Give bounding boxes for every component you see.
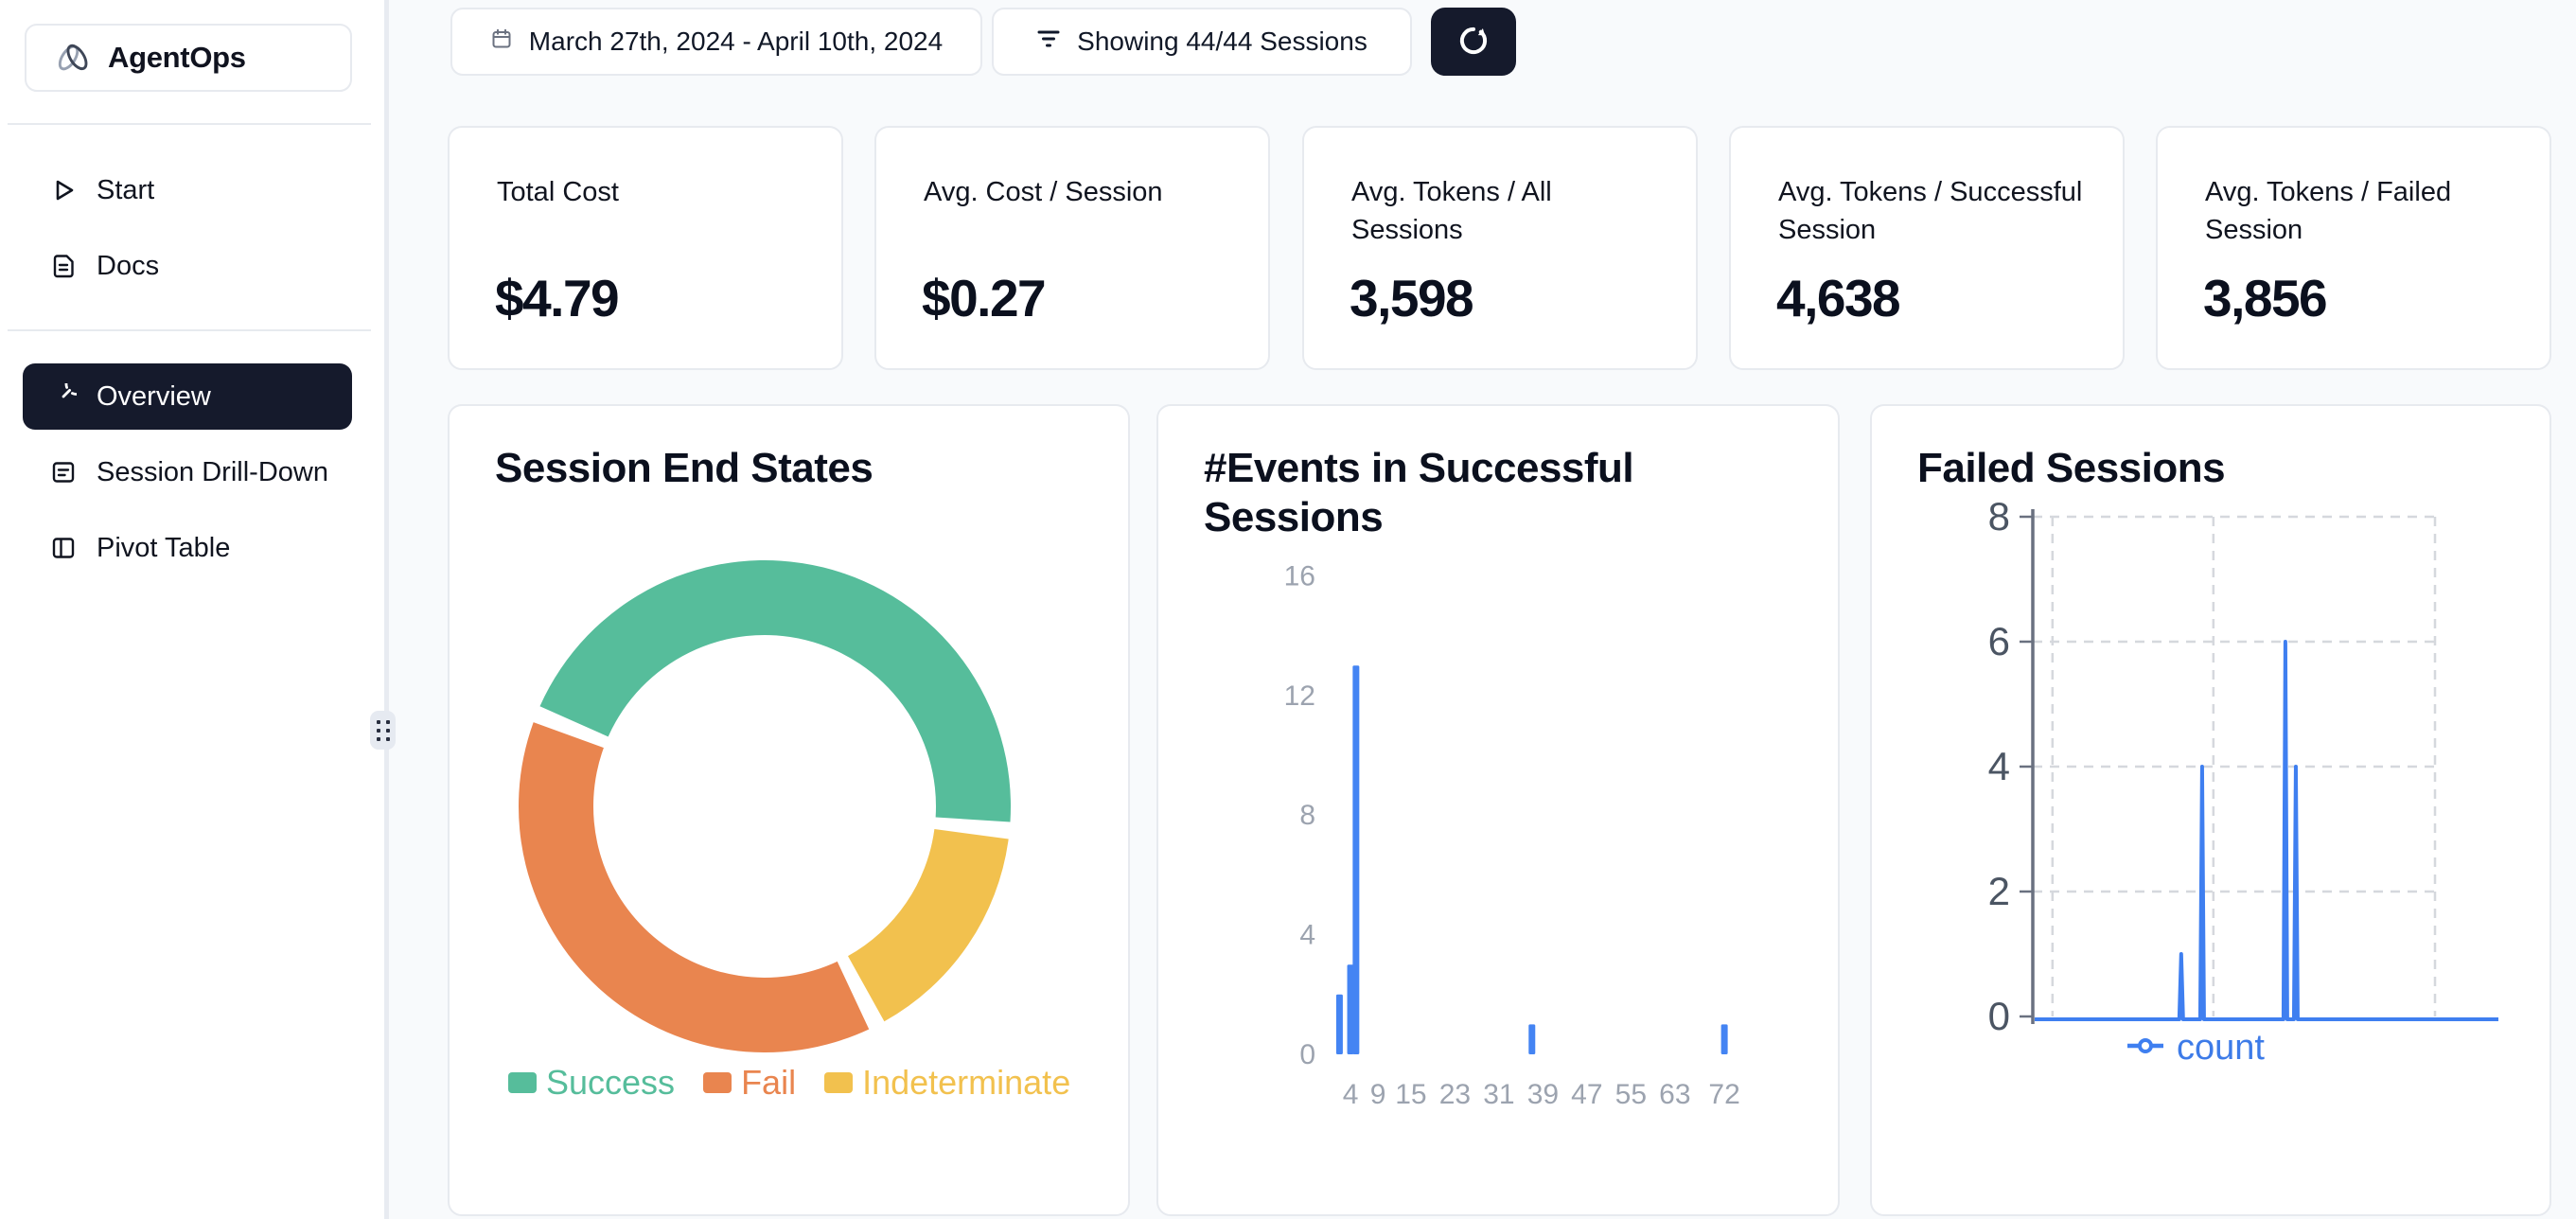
svg-text:63: 63	[1659, 1079, 1690, 1110]
svg-text:31: 31	[1483, 1079, 1514, 1110]
filter-icon	[1036, 26, 1061, 57]
stat-card-avg-tokens-successful: Avg. Tokens / Successful Session 4,638	[1729, 126, 2125, 370]
session-end-states-card: Session End States Success Fail Indeterm…	[448, 404, 1130, 1216]
svg-text:23: 23	[1439, 1079, 1471, 1110]
failed-sessions-card: Failed Sessions 02468 count	[1870, 404, 2551, 1216]
stat-label: Avg. Tokens / All Sessions	[1351, 173, 1664, 249]
svg-text:47: 47	[1571, 1079, 1602, 1110]
svg-text:0: 0	[1299, 1039, 1315, 1070]
stat-card-avg-tokens-failed: Avg. Tokens / Failed Session 3,856	[2156, 126, 2551, 370]
legend-label: Success	[546, 1063, 675, 1103]
svg-text:55: 55	[1615, 1079, 1647, 1110]
agentops-logo-icon	[55, 40, 91, 76]
app-logo[interactable]: AgentOps	[25, 24, 352, 92]
sidebar-item-start[interactable]: Start	[23, 161, 352, 220]
svg-text:4: 4	[1299, 920, 1315, 951]
svg-text:4: 4	[1988, 744, 2010, 788]
svg-text:8: 8	[1988, 494, 2010, 539]
pivot-icon	[49, 534, 78, 562]
sidebar-item-overview[interactable]: Overview	[23, 363, 352, 430]
legend-swatch	[703, 1072, 732, 1093]
legend-swatch	[824, 1072, 853, 1093]
sidebar-divider	[8, 329, 371, 331]
sidebar-divider	[8, 123, 371, 125]
legend-swatch	[508, 1072, 537, 1093]
sidebar-resize-divider	[384, 0, 389, 1219]
sidebar-item-docs[interactable]: Docs	[23, 237, 352, 295]
list-icon	[49, 458, 78, 486]
stat-label: Avg. Cost / Session	[924, 173, 1236, 211]
events-histogram-chart: 0481216491523313947556372	[1158, 406, 1842, 1218]
stat-value: $0.27	[922, 268, 1045, 328]
donut-legend: Success Fail Indeterminate	[508, 1063, 1070, 1103]
stat-value: 3,598	[1350, 268, 1473, 328]
count-legend-item[interactable]: count	[2126, 1028, 2265, 1069]
svg-text:15: 15	[1395, 1079, 1426, 1110]
svg-text:72: 72	[1708, 1079, 1739, 1110]
legend-item-fail[interactable]: Fail	[703, 1063, 796, 1103]
refresh-button[interactable]	[1431, 8, 1516, 76]
stat-card-total-cost: Total Cost $4.79	[448, 126, 843, 370]
calendar-icon	[490, 26, 513, 57]
stat-label: Avg. Tokens / Successful Session	[1778, 173, 2091, 249]
failed-sessions-line-chart: 0 2 4 6 8	[1872, 406, 2553, 1218]
sidebar-item-label: Pivot Table	[97, 533, 230, 564]
legend-label: Indeterminate	[862, 1063, 1070, 1103]
svg-text:4: 4	[1343, 1079, 1359, 1110]
app-title: AgentOps	[108, 41, 246, 75]
svg-text:8: 8	[1299, 800, 1315, 831]
stat-value: 4,638	[1776, 268, 1899, 328]
svg-text:0: 0	[1988, 994, 2010, 1038]
sidebar-drag-handle[interactable]	[370, 711, 396, 750]
gauge-icon	[49, 382, 78, 411]
sidebar-item-label: Start	[97, 175, 154, 206]
sessions-filter-label: Showing 44/44 Sessions	[1077, 26, 1367, 57]
play-icon	[49, 176, 78, 204]
stat-label: Avg. Tokens / Failed Session	[2205, 173, 2517, 249]
sidebar-item-pivot-table[interactable]: Pivot Table	[23, 519, 352, 577]
sidebar-item-label: Session Drill-Down	[97, 457, 328, 488]
date-range-button[interactable]: March 27th, 2024 - April 10th, 2024	[450, 8, 982, 76]
svg-text:16: 16	[1284, 560, 1315, 592]
legend-label: Fail	[741, 1063, 796, 1103]
svg-text:2: 2	[1988, 869, 2010, 913]
refresh-icon	[1455, 22, 1492, 62]
document-icon	[49, 252, 78, 280]
stat-label: Total Cost	[497, 173, 809, 211]
sidebar: AgentOps Start Docs	[0, 0, 384, 1219]
stat-value: 3,856	[2203, 268, 2326, 328]
legend-item-success[interactable]: Success	[508, 1063, 675, 1103]
stat-card-avg-tokens-all: Avg. Tokens / All Sessions 3,598	[1302, 126, 1698, 370]
stat-card-avg-cost: Avg. Cost / Session $0.27	[874, 126, 1270, 370]
svg-text:39: 39	[1527, 1079, 1559, 1110]
sidebar-item-session-drill-down[interactable]: Session Drill-Down	[23, 443, 352, 502]
svg-text:9: 9	[1370, 1079, 1386, 1110]
svg-text:12: 12	[1284, 680, 1315, 712]
sessions-filter-button[interactable]: Showing 44/44 Sessions	[992, 8, 1412, 76]
svg-text:6: 6	[1988, 619, 2010, 663]
sidebar-item-label: Overview	[97, 381, 211, 413]
line-marker-icon	[2126, 1036, 2165, 1060]
stat-value: $4.79	[495, 268, 618, 328]
drag-dots-icon	[377, 720, 390, 741]
date-range-label: March 27th, 2024 - April 10th, 2024	[529, 26, 943, 57]
legend-label: count	[2177, 1028, 2265, 1069]
sidebar-item-label: Docs	[97, 251, 159, 282]
agentops-dashboard: AgentOps Start Docs	[0, 0, 2576, 1219]
events-histogram-card: #Events in Successful Sessions 048121649…	[1156, 404, 1840, 1216]
legend-item-indeterminate[interactable]: Indeterminate	[824, 1063, 1070, 1103]
